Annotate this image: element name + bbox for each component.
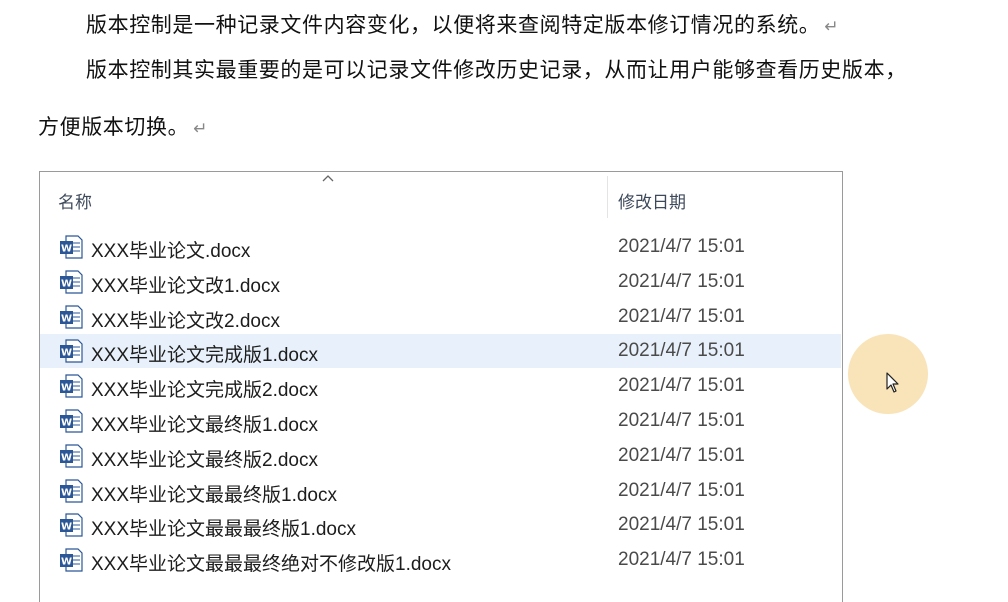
file-row[interactable]: W XXX毕业论文.docx 2021/4/7 15:01 (40, 230, 841, 264)
svg-text:W: W (61, 418, 72, 429)
svg-text:W: W (61, 383, 72, 394)
word-document-icon: W (60, 444, 83, 468)
word-document-icon: W (60, 374, 83, 398)
paragraph-2: 版本控制其实最重要的是可以记录文件修改历史记录，从而让用户能够查看历史版本， (86, 58, 907, 82)
file-name: XXX毕业论文完成版2.docx (91, 380, 318, 402)
svg-text:W: W (61, 522, 72, 533)
file-name: XXX毕业论文最最最终绝对不修改版1.docx (91, 554, 451, 576)
paragraph-mark: ↵ (824, 17, 840, 37)
file-modified-date: 2021/4/7 15:01 (618, 340, 745, 362)
word-document-icon: W (60, 270, 83, 294)
file-name: XXX毕业论文最终版2.docx (91, 449, 318, 471)
file-modified-date: 2021/4/7 15:01 (618, 305, 745, 327)
svg-text:W: W (61, 313, 72, 324)
file-name: XXX毕业论文最最终版1.docx (91, 484, 337, 506)
file-row[interactable]: W XXX毕业论文最最最终绝对不修改版1.docx 2021/4/7 15:01 (40, 543, 841, 577)
svg-text:W: W (61, 452, 72, 463)
word-document-icon: W (60, 478, 83, 503)
mouse-pointer-icon (886, 372, 899, 393)
word-document-icon: W (60, 513, 83, 537)
file-name: XXX毕业论文完成版1.docx (91, 345, 318, 367)
file-modified-date: 2021/4/7 15:01 (618, 514, 745, 536)
paragraph-mark: ↵ (193, 119, 209, 139)
file-modified-date: 2021/4/7 15:01 (618, 410, 745, 431)
svg-text:W: W (61, 348, 72, 359)
file-row[interactable]: W XXX毕业论文最最终版1.docx 2021/4/7 15:01 (40, 474, 841, 508)
file-list-panel: 名称 修改日期 W XXX毕业论文.docx 2021/4/7 15:01 W XXX毕… (39, 171, 843, 602)
file-modified-date: 2021/4/7 15:01 (618, 444, 745, 466)
file-row[interactable]: W XXX毕业论文改2.docx 2021/4/7 15:01 (40, 300, 841, 334)
file-modified-date: 2021/4/7 15:01 (618, 479, 745, 501)
column-separator[interactable] (607, 176, 608, 218)
file-name: XXX毕业论文.docx (91, 241, 251, 262)
word-document-icon: W (60, 548, 83, 572)
sort-ascending-icon[interactable] (321, 172, 335, 184)
file-name: XXX毕业论文改1.docx (91, 275, 280, 297)
word-document-icon: W (60, 304, 83, 329)
paragraph-1: 版本控制是一种记录文件内容变化，以便将来查阅特定版本修订情况的系统。 ↵ (86, 13, 840, 37)
word-document-icon: W (60, 235, 83, 259)
svg-text:W: W (61, 278, 72, 289)
file-row[interactable]: W XXX毕业论文最最最终版1.docx 2021/4/7 15:01 (40, 508, 841, 542)
file-modified-date: 2021/4/7 15:01 (618, 549, 745, 571)
file-modified-date: 2021/4/7 15:01 (618, 375, 745, 397)
svg-text:W: W (61, 557, 72, 568)
file-name: XXX毕业论文改2.docx (91, 310, 280, 332)
file-row[interactable]: W XXX毕业论文完成版1.docx 2021/4/7 15:01 (40, 334, 841, 369)
file-modified-date: 2021/4/7 15:01 (618, 236, 745, 257)
file-name: XXX毕业论文最终版1.docx (91, 415, 318, 436)
file-name: XXX毕业论文最最最终版1.docx (91, 519, 356, 541)
svg-text:W: W (61, 244, 72, 255)
column-header-date[interactable]: 修改日期 (618, 188, 686, 213)
paragraph-3: 方便版本切换。 ↵ (38, 115, 209, 139)
file-row[interactable]: W XXX毕业论文改1.docx 2021/4/7 15:01 (40, 265, 841, 299)
svg-text:W: W (61, 487, 72, 498)
file-row[interactable]: W XXX毕业论文完成版2.docx 2021/4/7 15:01 (40, 369, 841, 403)
word-document-icon: W (60, 339, 83, 363)
file-row[interactable]: W XXX毕业论文最终版2.docx 2021/4/7 15:01 (40, 439, 841, 473)
file-modified-date: 2021/4/7 15:01 (618, 270, 745, 292)
word-document-icon: W (60, 409, 83, 433)
file-row[interactable]: W XXX毕业论文最终版1.docx 2021/4/7 15:01 (40, 404, 841, 438)
column-header-name[interactable]: 名称 (58, 188, 92, 213)
